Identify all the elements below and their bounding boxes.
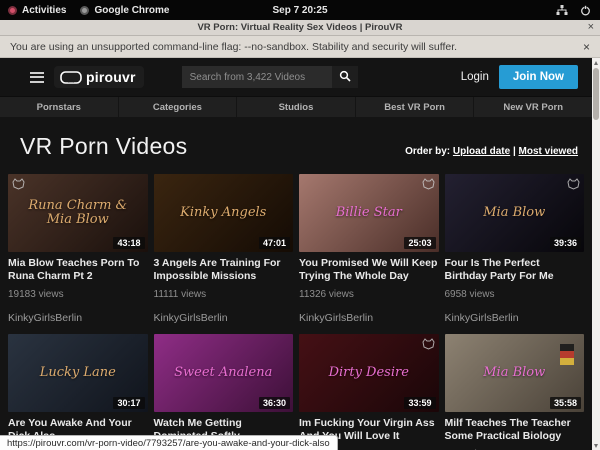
- login-link[interactable]: Login: [461, 71, 489, 83]
- order-by-label: Order by:: [405, 146, 450, 157]
- infobar-close-icon[interactable]: ×: [583, 40, 590, 54]
- duration-badge: 43:18: [113, 237, 144, 249]
- vr-goggles-icon: [60, 71, 82, 84]
- thumbnail-overlay-text: Dirty Desire: [319, 366, 419, 380]
- duration-badge: 35:58: [550, 397, 581, 409]
- duration-badge: 39:36: [550, 237, 581, 249]
- page-scrollbar[interactable]: [592, 58, 600, 450]
- main-nav: Pornstars Categories Studios Best VR Por…: [0, 96, 592, 117]
- site-header: pirouvr Login Join Now: [0, 58, 592, 96]
- site-logo-text: pirouvr: [86, 69, 136, 85]
- nav-new-vr-porn[interactable]: New VR Porn: [474, 97, 592, 117]
- video-thumbnail[interactable]: Sweet Analena 36:30: [154, 334, 294, 412]
- app-menu-label: Google Chrome: [94, 5, 169, 16]
- screen-recording-icon: [8, 6, 17, 15]
- chrome-app-icon: [80, 6, 89, 15]
- video-card[interactable]: Dirty Desire 33:59 Im Fucking Your Virgi…: [299, 334, 439, 450]
- video-card[interactable]: Runa Charm & Mia Blow 43:18 Mia Blow Tea…: [8, 174, 148, 324]
- browser-title-bar: VR Porn: Virtual Reality Sex Videos | Pi…: [0, 20, 600, 36]
- video-thumbnail[interactable]: Mia Blow 35:58: [445, 334, 585, 412]
- video-views: 6958 views: [445, 289, 585, 300]
- order-most-viewed-link[interactable]: Most viewed: [519, 146, 578, 157]
- video-title[interactable]: Milf Teaches The Teacher Some Practical …: [445, 417, 585, 442]
- studio-cat-logo-icon: [422, 177, 435, 195]
- system-top-bar: Activities Google Chrome Sep 7 20:25: [0, 0, 600, 20]
- status-url: https://pirouvr.com/vr-porn-video/779325…: [7, 438, 330, 449]
- video-title[interactable]: 3 Angels Are Training For Impossible Mis…: [154, 257, 294, 282]
- nav-studios[interactable]: Studios: [237, 97, 356, 117]
- video-thumbnail[interactable]: Dirty Desire 33:59: [299, 334, 439, 412]
- order-upload-date-link[interactable]: Upload date: [453, 146, 510, 157]
- studio-cat-logo-icon: [422, 337, 435, 355]
- link-status-bubble: https://pirouvr.com/vr-porn-video/779325…: [0, 435, 338, 450]
- window-close-icon[interactable]: ×: [588, 22, 594, 33]
- video-card[interactable]: Sweet Analena 36:30 Watch Me Getting Dom…: [154, 334, 294, 450]
- network-icon[interactable]: [556, 5, 568, 16]
- thumbnail-overlay-text: Lucky Lane: [30, 366, 126, 380]
- video-views: 11326 views: [299, 289, 439, 300]
- thumbnail-overlay-text: Sweet Analena: [164, 366, 282, 380]
- video-views: 11111 views: [154, 289, 294, 300]
- power-icon[interactable]: [580, 5, 592, 16]
- video-studio-link[interactable]: KinkyGirlsBerlin: [154, 312, 294, 324]
- site-logo[interactable]: pirouvr: [54, 66, 144, 88]
- hamburger-menu-icon[interactable]: [30, 72, 44, 83]
- order-by-controls: Order by: Upload date | Most viewed: [405, 146, 578, 157]
- studio-cat-logo-icon: [12, 177, 25, 195]
- duration-badge: 36:30: [259, 397, 290, 409]
- nav-pornstars[interactable]: Pornstars: [0, 97, 119, 117]
- nav-categories[interactable]: Categories: [119, 97, 238, 117]
- app-menu-button[interactable]: Google Chrome: [80, 5, 169, 16]
- german-flag-graphic: [560, 344, 574, 365]
- scrollbar-thumb[interactable]: [593, 68, 599, 120]
- duration-badge: 47:01: [259, 237, 290, 249]
- video-card[interactable]: Mia Blow 39:36 Four Is The Perfect Birth…: [445, 174, 585, 324]
- thumbnail-overlay-text: Mia Blow: [473, 206, 555, 220]
- video-studio-link[interactable]: KinkyGirlsBerlin: [299, 312, 439, 324]
- page-viewport: pirouvr Login Join Now Pornstars Categor…: [0, 58, 600, 450]
- video-title[interactable]: Mia Blow Teaches Porn To Runa Charm Pt 2: [8, 257, 148, 282]
- video-card[interactable]: Mia Blow 35:58 Milf Teaches The Teacher …: [445, 334, 585, 450]
- video-card[interactable]: Kinky Angels 47:01 3 Angels Are Training…: [154, 174, 294, 324]
- thumbnail-overlay-text: Kinky Angels: [170, 206, 276, 220]
- chrome-infobar: You are using an unsupported command-lin…: [0, 36, 600, 58]
- video-title[interactable]: Four Is The Perfect Birthday Party For M…: [445, 257, 585, 282]
- duration-badge: 30:17: [113, 397, 144, 409]
- nav-best-vr-porn[interactable]: Best VR Porn: [356, 97, 475, 117]
- search-icon: [339, 70, 351, 85]
- activities-button[interactable]: Activities: [8, 5, 66, 16]
- video-studio-link[interactable]: KinkyGirlsBerlin: [445, 312, 585, 324]
- studio-cat-logo-icon: [567, 177, 580, 195]
- video-thumbnail[interactable]: Billie Star 25:03: [299, 174, 439, 252]
- page-heading-row: VR Porn Videos Order by: Upload date | M…: [0, 117, 592, 174]
- video-studio-link[interactable]: KinkyGirlsBerlin: [8, 312, 148, 324]
- thumbnail-overlay-text: Billie Star: [326, 206, 412, 220]
- window-title: VR Porn: Virtual Reality Sex Videos | Pi…: [0, 22, 600, 33]
- order-separator: |: [513, 146, 516, 157]
- search-button[interactable]: [332, 66, 358, 88]
- join-now-button[interactable]: Join Now: [499, 65, 578, 89]
- duration-badge: 25:03: [404, 237, 435, 249]
- video-thumbnail[interactable]: Mia Blow 39:36: [445, 174, 585, 252]
- duration-badge: 33:59: [404, 397, 435, 409]
- activities-label: Activities: [22, 5, 66, 16]
- video-views: 19183 views: [8, 289, 148, 300]
- scrollbar-up-arrow-icon[interactable]: [592, 58, 600, 67]
- video-card[interactable]: Billie Star 25:03 You Promised We Will K…: [299, 174, 439, 324]
- page-title: VR Porn Videos: [20, 133, 187, 160]
- thumbnail-overlay-text: Mia Blow: [473, 366, 555, 380]
- search-input[interactable]: [182, 66, 332, 88]
- infobar-message: You are using an unsupported command-lin…: [10, 41, 457, 53]
- scrollbar-down-arrow-icon[interactable]: [592, 441, 600, 450]
- video-thumbnail[interactable]: Lucky Lane 30:17: [8, 334, 148, 412]
- video-grid: Runa Charm & Mia Blow 43:18 Mia Blow Tea…: [0, 174, 592, 450]
- video-thumbnail[interactable]: Runa Charm & Mia Blow 43:18: [8, 174, 148, 252]
- thumbnail-overlay-text: Runa Charm & Mia Blow: [8, 199, 148, 226]
- search-bar: [182, 66, 358, 88]
- video-thumbnail[interactable]: Kinky Angels 47:01: [154, 174, 294, 252]
- video-title[interactable]: You Promised We Will Keep Trying The Who…: [299, 257, 439, 282]
- video-card[interactable]: Lucky Lane 30:17 Are You Awake And Your …: [8, 334, 148, 450]
